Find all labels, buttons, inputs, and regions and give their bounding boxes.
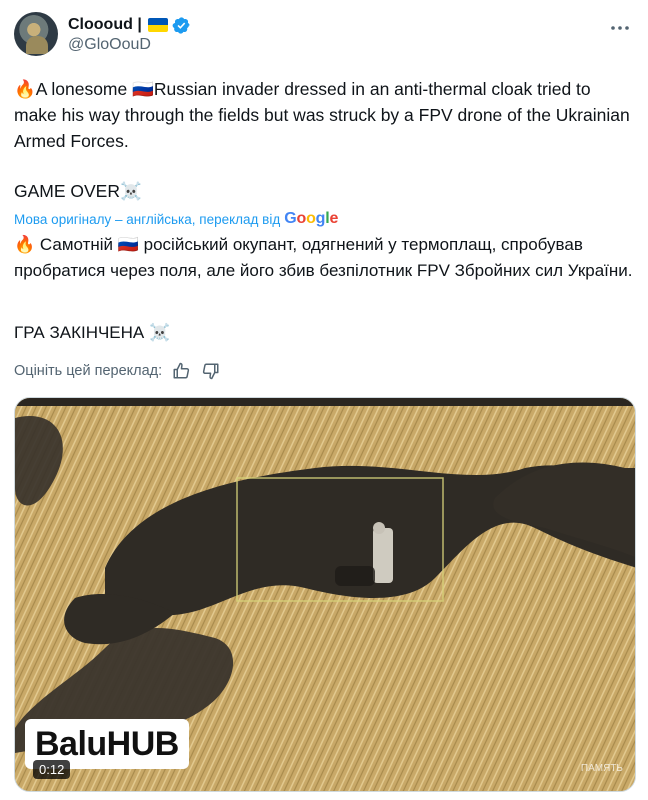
author-name-row[interactable]: Cloooud |: [68, 14, 191, 36]
tweet-translated-text: 🔥 Самотній 🇷🇺 російський окупант, одягне…: [14, 235, 633, 280]
translation-note-text[interactable]: Мова оригіналу – англійська, переклад ві…: [14, 212, 280, 227]
google-logo: Google: [284, 210, 339, 227]
rate-translation-row: Оцініть цей переклад:: [14, 360, 222, 382]
video-corner-tag: ПАМЯТЬ: [580, 763, 623, 774]
author-display-name[interactable]: Cloooud |: [68, 16, 142, 34]
tweet-game-over-translated: ГРА ЗАКІНЧЕНА ☠️: [14, 323, 171, 342]
translation-note[interactable]: Мова оригіналу – англійська, переклад ві…: [14, 209, 338, 229]
thumbs-up-icon[interactable]: [170, 360, 192, 382]
tweet-original-text: 🔥A lonesome 🇷🇺Russian invader dressed in…: [14, 79, 634, 151]
tweet-game-over: GAME OVER☠️: [14, 181, 142, 201]
author-handle[interactable]: @GloOouD: [68, 36, 151, 54]
rate-translation-prompt: Оцініть цей переклад:: [14, 363, 163, 379]
thumbs-down-icon[interactable]: [200, 360, 222, 382]
ukraine-flag-icon: [147, 18, 168, 32]
avatar[interactable]: [14, 12, 58, 56]
video-duration: 0:12: [33, 760, 71, 779]
more-options-icon[interactable]: [608, 16, 632, 40]
tweet-header: Cloooud | @GloOouD: [14, 12, 636, 60]
video-player[interactable]: BaluHUB 0:12 ПАМЯТЬ: [14, 397, 636, 792]
verified-badge-icon: [172, 16, 190, 34]
